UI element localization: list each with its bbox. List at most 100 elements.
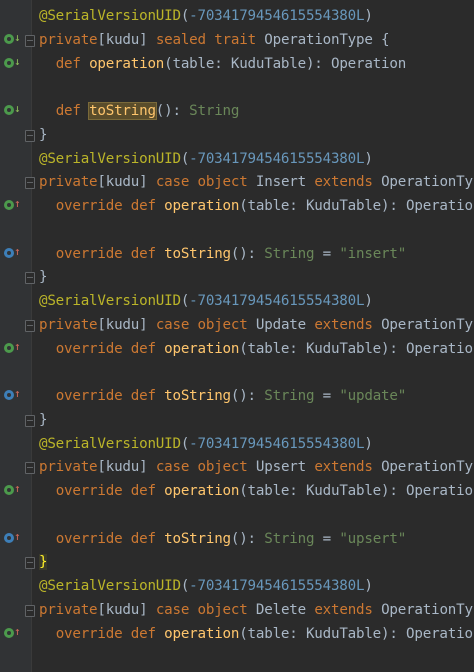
code-text: override def toString(): String = "updat…: [39, 384, 407, 408]
code-line[interactable]: ↓ def toString(): String: [0, 99, 474, 123]
code-line[interactable]: ↑ override def operation(table: KuduTabl…: [0, 337, 474, 361]
code-line[interactable]: @SerialVersionUID(-7034179454615554380L): [0, 147, 474, 171]
code-text: }: [39, 408, 48, 432]
code-token: override def: [55, 530, 165, 547]
implementing-method-icon[interactable]: ↓: [4, 103, 21, 117]
code-line[interactable]: ↓ def operation(table: KuduTable): Opera…: [0, 52, 474, 76]
arrow-up-icon: ↑: [14, 387, 21, 400]
gutter-marker-icon: [4, 200, 14, 210]
code-text: def operation(table: KuduTable): Operati…: [39, 52, 407, 76]
code-text: }: [39, 550, 48, 574]
code-line[interactable]: ↑ override def operation(table: KuduTabl…: [0, 622, 474, 646]
fold-toggle-icon[interactable]: [25, 272, 35, 285]
gutter-marker-icon: [4, 33, 14, 44]
code-token: operation: [164, 483, 240, 499]
code-token: extends: [314, 174, 382, 191]
code-line[interactable]: @SerialVersionUID(-7034179454615554380L): [0, 574, 474, 598]
fold-toggle-icon[interactable]: [25, 604, 35, 617]
code-token: (: [180, 435, 190, 452]
code-line[interactable]: @SerialVersionUID(-7034179454615554380L): [0, 289, 474, 313]
code-line[interactable]: ↑ override def toString(): String = "upd…: [0, 384, 474, 408]
code-line[interactable]: private[kudu] case object Upsert extends…: [0, 455, 474, 479]
arrow-up-icon: ↑: [14, 197, 21, 210]
code-line[interactable]: private[kudu] case object Insert extends…: [0, 170, 474, 194]
implemented-method-icon[interactable]: ↑: [4, 625, 21, 640]
fold-toggle-icon[interactable]: [25, 319, 35, 332]
fold-toggle-icon[interactable]: [25, 34, 35, 47]
code-token: String: [264, 530, 323, 547]
code-token: Update: [255, 316, 315, 333]
code-token: extends: [314, 316, 382, 333]
code-line[interactable]: }: [0, 408, 474, 432]
code-line[interactable]: ↑ override def operation(table: KuduTabl…: [0, 479, 474, 503]
code-token: extends: [314, 601, 382, 618]
code-line[interactable]: [0, 360, 474, 384]
code-token: Delete: [255, 601, 315, 618]
gutter-marker-icon: [4, 627, 14, 638]
code-text: @SerialVersionUID(-7034179454615554380L): [39, 4, 373, 28]
code-token: operation: [164, 625, 240, 642]
code-line[interactable]: ↓ private[kudu] sealed trait OperationTyp…: [0, 28, 474, 52]
implemented-method-icon[interactable]: ↑: [4, 197, 21, 212]
code-line[interactable]: }: [0, 123, 474, 147]
code-line[interactable]: [0, 218, 474, 242]
code-text: override def operation(table: KuduTable)…: [39, 479, 473, 503]
code-line[interactable]: }: [0, 550, 474, 574]
code-token: Upsert: [255, 459, 315, 476]
code-token: =: [322, 530, 340, 547]
arrow-down-icon: ↓: [14, 54, 21, 68]
code-line[interactable]: ↑ override def toString(): String = "ins…: [0, 242, 474, 266]
code-token: OperationType {: [264, 31, 390, 48]
code-token: [kudu]: [97, 316, 156, 333]
code-editor[interactable]: @SerialVersionUID(-7034179454615554380L)…: [0, 0, 474, 672]
code-token: (: [180, 293, 190, 309]
code-text: def toString(): String: [39, 99, 239, 123]
fold-toggle-icon[interactable]: [25, 177, 35, 190]
code-token: OperationTy: [381, 459, 473, 476]
code-line[interactable]: ↑ override def toString(): String = "ups…: [0, 527, 474, 551]
code-text: private[kudu] case object Upsert extends…: [39, 455, 473, 479]
code-line[interactable]: private[kudu] case object Delete extends…: [0, 598, 474, 622]
code-token: (table: KuduTable): Operatio: [239, 625, 473, 642]
code-token: private: [39, 31, 98, 48]
implementing-method-icon[interactable]: ↓: [4, 54, 21, 70]
overriding-method-icon[interactable]: ↑: [4, 530, 21, 545]
arrow-up-icon: ↑: [14, 482, 21, 495]
code-token: (: [180, 8, 190, 24]
gutter-marker-icon: [4, 532, 14, 543]
code-text: override def operation(table: KuduTable)…: [39, 622, 473, 646]
code-token: [kudu]: [97, 31, 156, 48]
code-line[interactable]: @SerialVersionUID(-7034179454615554380L): [0, 4, 474, 28]
implemented-method-icon[interactable]: ↑: [4, 482, 21, 497]
code-line[interactable]: [0, 503, 474, 527]
fold-toggle-icon[interactable]: [25, 557, 35, 570]
code-line[interactable]: @SerialVersionUID(-7034179454615554380L): [0, 432, 474, 456]
code-token: -7034179454615554380L: [189, 8, 365, 24]
code-line[interactable]: private[kudu] case object Update extends…: [0, 313, 474, 337]
code-line[interactable]: }: [0, 265, 474, 289]
gutter-marker-icon: [4, 247, 14, 258]
code-token: ): [364, 293, 373, 309]
code-line[interactable]: [0, 75, 474, 99]
code-token: case object: [155, 174, 256, 191]
fold-toggle-icon[interactable]: [25, 129, 35, 142]
code-token: (table: KuduTable): Operatio: [239, 483, 473, 499]
code-token: -7034179454615554380L: [189, 435, 365, 452]
code-token: @SerialVersionUID: [39, 8, 181, 24]
code-token: override def: [55, 483, 165, 499]
fold-toggle-icon[interactable]: [25, 462, 35, 475]
implementing-method-icon[interactable]: ↓: [4, 31, 21, 46]
implemented-method-icon[interactable]: ↑: [4, 340, 21, 355]
code-text: private[kudu] sealed trait OperationType…: [39, 28, 390, 52]
overriding-method-icon[interactable]: ↑: [4, 387, 21, 402]
overriding-method-icon[interactable]: ↑: [4, 245, 21, 260]
code-token: toString: [88, 102, 157, 120]
code-token: ():: [230, 530, 265, 547]
code-token: =: [322, 388, 340, 404]
code-line[interactable]: ↑ override def operation(table: KuduTabl…: [0, 194, 474, 218]
code-token: [kudu]: [97, 174, 156, 191]
fold-toggle-icon[interactable]: [25, 414, 35, 427]
